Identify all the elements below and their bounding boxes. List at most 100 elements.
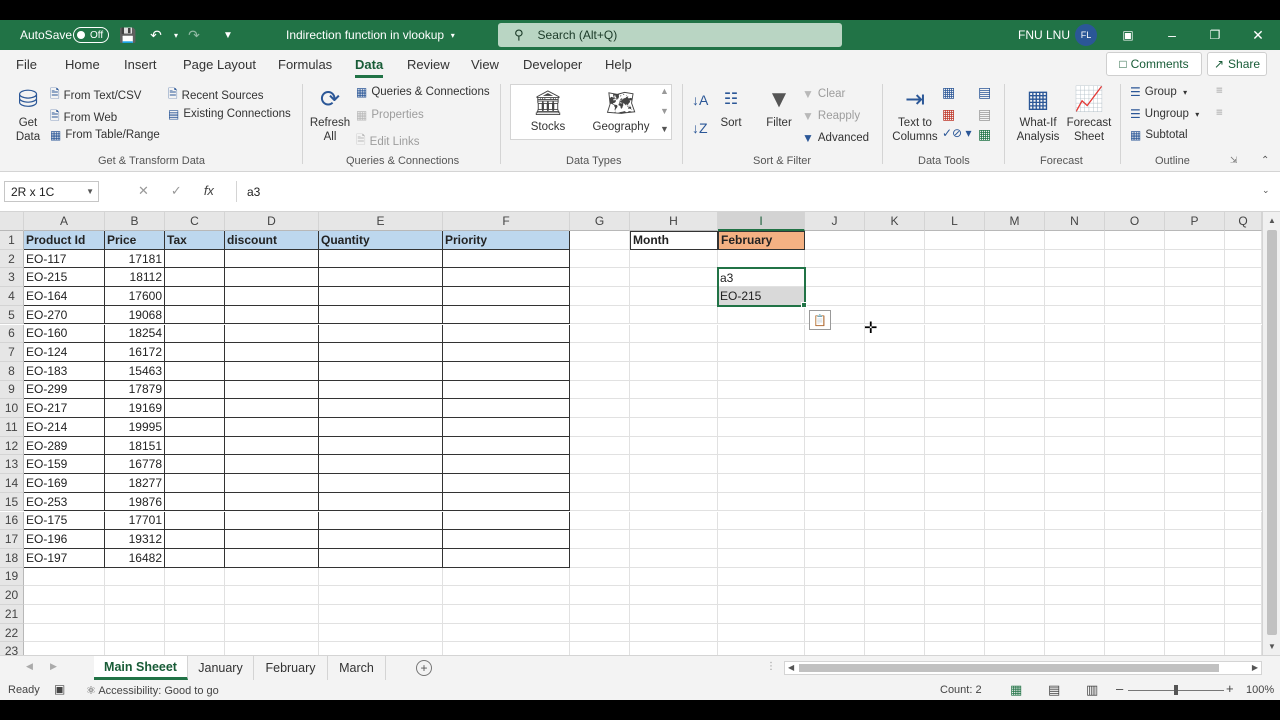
row-header-12[interactable]: 12 bbox=[0, 436, 24, 456]
table-cell[interactable] bbox=[443, 305, 570, 325]
cell[interactable] bbox=[24, 642, 105, 655]
cell[interactable] bbox=[1105, 231, 1165, 250]
undo-icon[interactable]: ↶ bbox=[146, 20, 166, 50]
cell[interactable] bbox=[925, 231, 985, 250]
cell-i4[interactable]: EO-215 bbox=[718, 287, 805, 306]
cell[interactable] bbox=[165, 605, 225, 624]
table-cell[interactable] bbox=[319, 268, 443, 288]
cell[interactable] bbox=[630, 623, 718, 643]
cell[interactable] bbox=[630, 268, 718, 288]
price-cell[interactable]: 19995 bbox=[105, 418, 165, 437]
table-cell[interactable] bbox=[443, 511, 570, 531]
table-cell[interactable] bbox=[165, 361, 225, 381]
tab-developer[interactable]: Developer bbox=[523, 57, 582, 72]
filter-button[interactable]: ▼ Filter bbox=[762, 84, 796, 130]
price-cell[interactable]: 18254 bbox=[105, 324, 165, 344]
product-id-cell[interactable]: EO-159 bbox=[24, 455, 105, 475]
worksheet-grid[interactable]: A B C D E F G H I J K L M N O P Q 1 2 3 4 5 6 7 8 9 10 11 12 13 14 15 16… bbox=[0, 212, 1280, 655]
tab-help[interactable]: Help bbox=[605, 57, 632, 72]
row-header-16[interactable]: 16 bbox=[0, 511, 24, 531]
cell[interactable] bbox=[225, 642, 319, 655]
column-header-e[interactable]: E bbox=[319, 212, 443, 231]
row-header-13[interactable]: 13 bbox=[0, 455, 24, 475]
what-if-analysis-button[interactable]: ▦ What-If Analysis bbox=[1012, 84, 1064, 144]
cell[interactable] bbox=[925, 474, 985, 493]
table-cell[interactable] bbox=[443, 324, 570, 344]
text-to-columns-button[interactable]: ⇥ Text to Columns bbox=[890, 84, 940, 144]
cell[interactable] bbox=[570, 361, 630, 381]
table-cell[interactable] bbox=[443, 455, 570, 475]
cell[interactable] bbox=[925, 361, 985, 381]
ribbon-display-icon[interactable]: ▣ bbox=[1118, 20, 1138, 50]
cell[interactable] bbox=[865, 249, 925, 269]
product-id-cell[interactable]: EO-289 bbox=[24, 436, 105, 456]
cell[interactable] bbox=[165, 623, 225, 643]
column-header-n[interactable]: N bbox=[1045, 212, 1105, 231]
cell[interactable] bbox=[1045, 231, 1105, 250]
cell[interactable] bbox=[805, 642, 865, 655]
cell[interactable] bbox=[1165, 399, 1225, 418]
cell[interactable] bbox=[1225, 231, 1262, 250]
product-id-cell[interactable]: EO-217 bbox=[24, 399, 105, 418]
tab-data[interactable]: Data bbox=[355, 57, 384, 78]
cell[interactable] bbox=[1225, 567, 1262, 587]
cell[interactable] bbox=[630, 474, 718, 493]
cell[interactable] bbox=[1165, 623, 1225, 643]
column-header-g[interactable]: G bbox=[570, 212, 630, 231]
cell[interactable] bbox=[1165, 287, 1225, 306]
cell[interactable] bbox=[1105, 343, 1165, 362]
cell[interactable] bbox=[443, 586, 570, 605]
vertical-scroll-thumb[interactable] bbox=[1267, 230, 1277, 635]
table-cell[interactable] bbox=[443, 268, 570, 288]
cell[interactable] bbox=[1105, 623, 1165, 643]
cell[interactable] bbox=[1105, 418, 1165, 437]
zoom-level[interactable]: 100% bbox=[1246, 684, 1274, 696]
cell[interactable] bbox=[805, 530, 865, 549]
cell[interactable] bbox=[925, 567, 985, 587]
table-cell[interactable] bbox=[319, 380, 443, 400]
cell[interactable] bbox=[1225, 623, 1262, 643]
paste-options-icon[interactable]: 📋 bbox=[809, 310, 831, 330]
cell[interactable] bbox=[865, 492, 925, 512]
comments-button[interactable]: □ Comments bbox=[1106, 52, 1202, 76]
cell[interactable] bbox=[985, 324, 1045, 344]
table-cell[interactable] bbox=[225, 474, 319, 493]
cell[interactable] bbox=[865, 380, 925, 400]
table-cell[interactable] bbox=[443, 343, 570, 362]
table-cell[interactable] bbox=[225, 380, 319, 400]
price-cell[interactable]: 16778 bbox=[105, 455, 165, 475]
consolidate-icon[interactable]: ▤ bbox=[978, 84, 991, 101]
table-cell[interactable] bbox=[165, 343, 225, 362]
row-header-20[interactable]: 20 bbox=[0, 586, 24, 605]
cell[interactable] bbox=[718, 492, 805, 512]
cell[interactable] bbox=[718, 455, 805, 475]
cell[interactable] bbox=[805, 380, 865, 400]
reapply-button[interactable]: ▼ Reapply bbox=[802, 109, 860, 123]
cell[interactable] bbox=[718, 418, 805, 437]
cell[interactable] bbox=[1165, 455, 1225, 475]
cell[interactable] bbox=[865, 455, 925, 475]
price-cell[interactable]: 19876 bbox=[105, 492, 165, 512]
scroll-left-icon[interactable]: ◀ bbox=[788, 663, 794, 672]
cell[interactable] bbox=[925, 343, 985, 362]
cell[interactable] bbox=[1165, 511, 1225, 531]
cell[interactable] bbox=[1045, 548, 1105, 568]
table-header-cell[interactable]: discount bbox=[225, 231, 319, 250]
cell[interactable] bbox=[570, 511, 630, 531]
cell[interactable] bbox=[1045, 623, 1105, 643]
column-header-o[interactable]: O bbox=[1105, 212, 1165, 231]
cell[interactable] bbox=[225, 567, 319, 587]
cell[interactable] bbox=[805, 474, 865, 493]
cell[interactable] bbox=[24, 586, 105, 605]
cell[interactable] bbox=[925, 436, 985, 456]
cell[interactable] bbox=[985, 586, 1045, 605]
cell[interactable] bbox=[1045, 586, 1105, 605]
cell[interactable] bbox=[925, 305, 985, 325]
queries-connections-button[interactable]: ▦ Queries & Connections bbox=[356, 85, 490, 99]
cell[interactable] bbox=[718, 324, 805, 344]
cell[interactable] bbox=[319, 623, 443, 643]
cell[interactable] bbox=[1225, 586, 1262, 605]
table-cell[interactable] bbox=[443, 548, 570, 568]
table-header-cell[interactable]: Quantity bbox=[319, 231, 443, 250]
cell[interactable] bbox=[1045, 492, 1105, 512]
